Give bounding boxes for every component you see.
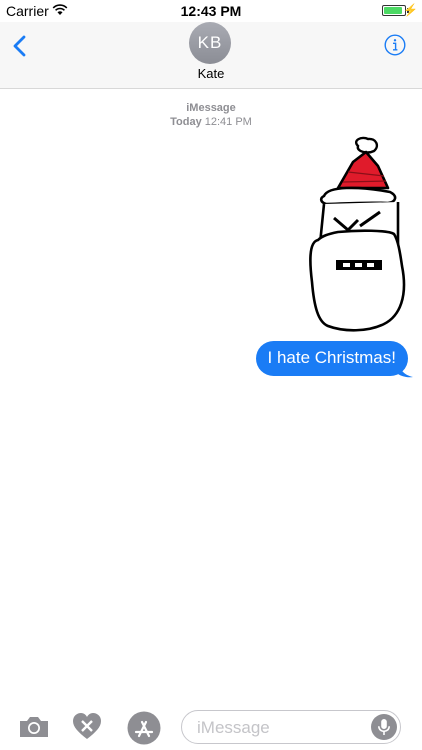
contact-avatar[interactable]: KB [189,22,231,64]
contact-name[interactable]: Kate [0,66,422,81]
back-chevron-icon[interactable] [10,34,32,58]
avatar-initials: KB [197,33,223,52]
status-bar: Carrier 12:43 PM ⚡ [0,0,422,22]
camera-icon[interactable] [18,715,50,739]
digital-touch-heart-icon[interactable] [72,712,102,742]
service-label: iMessage [186,102,236,114]
microphone-button[interactable] [371,714,397,740]
timestamp: Today 12:41 PM [0,116,422,128]
app-store-icon[interactable] [127,711,161,745]
message-input[interactable] [195,716,369,740]
message-input-bar [0,700,422,750]
microphone-icon [378,719,390,735]
status-time: 12:43 PM [180,3,242,19]
charging-bolt-icon: ⚡ [403,3,418,17]
conversation-header: KB Kate [0,22,422,89]
outgoing-message-bubble[interactable]: I hate Christmas! [255,341,408,376]
santa-sticker-icon[interactable] [298,136,416,340]
timestamp-time: 12:41 PM [204,116,252,128]
message-field[interactable] [181,710,401,744]
info-icon[interactable] [384,34,406,56]
timestamp-day: Today [170,116,202,128]
